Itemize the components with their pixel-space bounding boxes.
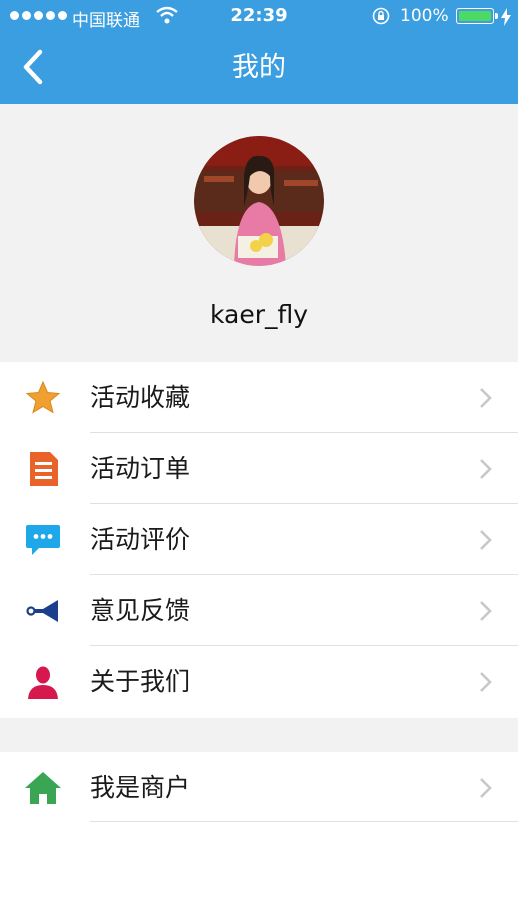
chevron-right-icon [480,388,492,408]
chat-bubble-icon [26,525,60,555]
menu-item-merchant[interactable]: 我是商户 [0,752,518,822]
chevron-right-icon [480,459,492,479]
profile-header: kaer_fly [0,104,518,362]
section-divider [0,718,518,752]
status-bar: 中国联通 22:39 100% [0,0,518,34]
avatar[interactable] [194,136,324,266]
charging-icon [501,8,511,26]
menu-item-label: 活动评价 [90,525,191,554]
menu-list: 活动收藏 活动订单 活动评价 意见反馈 关于我们 [0,362,518,717]
menu-item-feedback[interactable]: 意见反馈 [0,575,518,646]
battery-icon [456,8,494,24]
person-icon [28,666,58,699]
username: kaer_fly [209,300,309,329]
chevron-right-icon [480,530,492,550]
document-icon [30,452,58,486]
chevron-right-icon [480,672,492,692]
menu-item-favorites[interactable]: 活动收藏 [0,362,518,433]
menu-item-about-us[interactable]: 关于我们 [0,646,518,717]
chevron-right-icon [480,778,492,798]
page-title: 我的 [232,52,286,83]
star-icon [25,380,61,414]
merchant-section: 我是商户 [0,752,518,822]
menu-item-label: 活动收藏 [90,383,191,412]
menu-item-label: 意见反馈 [90,596,191,625]
navigation-bar: 中国联通 22:39 100% 我的 [0,0,518,104]
menu-item-label: 关于我们 [90,667,191,696]
menu-item-label: 活动订单 [90,454,191,483]
home-icon [25,772,61,804]
chevron-right-icon [480,601,492,621]
megaphone-icon [26,600,58,622]
menu-item-reviews[interactable]: 活动评价 [0,504,518,575]
rotation-lock-icon [372,7,390,25]
menu-item-orders[interactable]: 活动订单 [0,433,518,504]
battery-percentage: 100% [400,6,449,26]
menu-item-label: 我是商户 [90,773,191,802]
